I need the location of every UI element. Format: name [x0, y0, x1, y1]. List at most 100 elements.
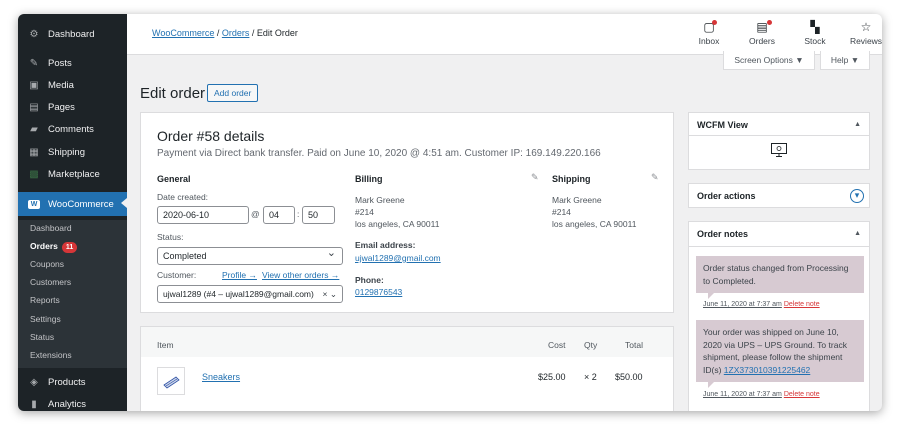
- submenu-customers[interactable]: Customers: [30, 275, 71, 289]
- status-select[interactable]: Completed: [157, 245, 343, 265]
- submenu-coupons[interactable]: Coupons: [30, 257, 64, 271]
- submenu-status[interactable]: Status: [30, 330, 54, 344]
- submenu-orders[interactable]: Orders 11: [30, 239, 78, 253]
- sidebar-item-label: Shipping: [48, 146, 85, 158]
- wcfm-view-title: WCFM View: [697, 120, 748, 130]
- sidebar-item-label: Products: [48, 376, 86, 388]
- notification-dot: [767, 20, 772, 25]
- box-icon: ◈: [30, 376, 38, 388]
- sidebar-item-marketplace[interactable]: ▩ Marketplace: [18, 163, 127, 185]
- pin-icon: ✎: [29, 57, 39, 69]
- edit-billing-pencil-icon[interactable]: ✎: [531, 172, 539, 183]
- chevron-down-icon[interactable]: ▾: [850, 189, 864, 203]
- customer-select[interactable]: ujwal1289 (#4 – ujwal1289@gmail.com) × ⌄: [157, 285, 343, 303]
- note-meta: June 11, 2020 at 7:37 am Delete note: [703, 391, 820, 398]
- collapse-caret-icon[interactable]: ▲: [854, 230, 861, 237]
- sidebar-item-media[interactable]: ▣ Media: [18, 74, 127, 96]
- delete-note-link[interactable]: Delete note: [784, 391, 820, 398]
- stock-icon: ▚: [810, 20, 820, 34]
- sidebar-item-posts[interactable]: ✎ Posts: [18, 52, 127, 74]
- qty-column-header: Qty: [584, 340, 598, 350]
- billing-name: Mark Greene: [355, 195, 405, 205]
- sidebar-item-label: Marketplace: [48, 168, 100, 180]
- page-title: Edit order: [140, 85, 206, 102]
- sidebar-item-label: Dashboard: [48, 28, 95, 40]
- date-created-label: Date created:: [157, 192, 209, 202]
- breadcrumb-separator: /: [214, 28, 222, 38]
- breadcrumb-current: Edit Order: [256, 28, 298, 38]
- sidebar-item-pages[interactable]: ▤ Pages: [18, 96, 127, 118]
- billing-email-label: Email address:: [355, 240, 416, 250]
- breadcrumb-separator: /: [249, 28, 257, 38]
- bar-chart-icon: ▮: [31, 398, 37, 410]
- submenu-reports[interactable]: Reports: [30, 293, 60, 307]
- shipping-city: los angeles, CA 90011: [552, 219, 637, 229]
- billing-phone-link[interactable]: 0129876543: [355, 286, 402, 298]
- add-order-button[interactable]: Add order: [207, 84, 259, 102]
- breadcrumb: WooCommerce / Orders / Edit Order: [152, 28, 298, 38]
- orders-glyph: ▤: [756, 20, 768, 34]
- submenu-dashboard[interactable]: Dashboard: [30, 221, 72, 235]
- divider: [689, 246, 869, 247]
- sidebar-item-label: Media: [48, 79, 74, 91]
- sidebar-item-label: Comments: [48, 123, 94, 135]
- reviews-button[interactable]: ☆ Reviews: [844, 20, 882, 46]
- media-icon: ▣: [29, 79, 39, 91]
- edit-shipping-pencil-icon[interactable]: ✎: [651, 172, 659, 183]
- order-actions-title: Order actions: [697, 191, 756, 201]
- shipping-heading: Shipping: [552, 174, 591, 184]
- stock-button[interactable]: ▚ Stock: [793, 20, 837, 46]
- note-date: June 11, 2020 at 7:37 am: [703, 301, 782, 308]
- inbox-icon: ▢: [687, 20, 731, 34]
- view-other-orders-link[interactable]: View other orders →: [262, 270, 339, 280]
- item-column-header: Item: [157, 340, 174, 350]
- product-thumbnail: [157, 367, 185, 395]
- help-button[interactable]: Help ▼: [820, 51, 870, 70]
- notification-dot: [712, 20, 717, 25]
- app-window: ⚙ Dashboard ✎ Posts ▣ Media ▤ Pages ▰ Co…: [18, 14, 882, 411]
- inbox-button[interactable]: ▢ Inbox: [687, 20, 731, 46]
- woo-icon: W: [28, 199, 40, 209]
- delete-note-link[interactable]: Delete note: [784, 301, 820, 308]
- hour-input[interactable]: 04: [263, 206, 295, 224]
- collapse-caret-icon[interactable]: ▲: [854, 121, 861, 128]
- submenu-extensions[interactable]: Extensions: [30, 348, 72, 362]
- order-actions-box[interactable]: Order actions ▾: [688, 183, 870, 208]
- minute-input[interactable]: 50: [302, 206, 335, 224]
- at-symbol: @: [251, 209, 260, 219]
- sidebar-item-label: Analytics: [48, 398, 87, 410]
- breadcrumb-orders[interactable]: Orders: [222, 28, 250, 38]
- sidebar-item-label: WooCommerce: [48, 198, 114, 210]
- marketplace-icon: ▩: [29, 168, 39, 180]
- order-note: Order status changed from Processing to …: [696, 256, 864, 299]
- sidebar-item-woocommerce[interactable]: W WooCommerce: [18, 192, 127, 216]
- cost-column-header: Cost: [548, 340, 566, 350]
- order-items-panel: Item Cost Qty Total Sneakers $25.00 × 2 …: [140, 326, 674, 411]
- sidebar-item-dashboard[interactable]: ⚙ Dashboard: [18, 23, 127, 45]
- inbox-label: Inbox: [698, 36, 720, 46]
- note-meta: June 11, 2020 at 7:37 am Delete note: [703, 301, 820, 308]
- divider: [689, 135, 869, 136]
- sidebar-item-comments[interactable]: ▰ Comments: [18, 118, 127, 140]
- sidebar-item-products[interactable]: ◈ Products: [18, 371, 127, 393]
- item-total: $50.00: [615, 372, 643, 382]
- total-column-header: Total: [625, 340, 643, 350]
- monitor-icon[interactable]: [770, 142, 788, 160]
- admin-sidebar: ⚙ Dashboard ✎ Posts ▣ Media ▤ Pages ▰ Co…: [18, 14, 127, 411]
- sidebar-item-shipping[interactable]: ▦ Shipping: [18, 141, 127, 163]
- tracking-number-link[interactable]: 1ZX373010391225462: [724, 365, 811, 375]
- submenu-settings[interactable]: Settings: [30, 312, 61, 326]
- sidebar-item-analytics[interactable]: ▮ Analytics: [18, 393, 127, 411]
- reviews-label: Reviews: [849, 36, 882, 46]
- product-link[interactable]: Sneakers: [202, 372, 240, 382]
- orders-icon: ▤: [740, 20, 784, 34]
- clear-customer-icon[interactable]: × ⌄: [323, 286, 337, 302]
- screen-options-button[interactable]: Screen Options ▼: [723, 51, 815, 70]
- date-created-input[interactable]: 2020-06-10: [157, 206, 249, 224]
- item-cost: $25.00: [538, 372, 566, 382]
- breadcrumb-woocommerce[interactable]: WooCommerce: [152, 28, 214, 38]
- customer-profile-link[interactable]: Profile →: [222, 270, 257, 280]
- billing-email-link[interactable]: ujwal1289@gmail.com: [355, 252, 441, 264]
- grid-icon: ▦: [29, 146, 39, 158]
- orders-button[interactable]: ▤ Orders: [740, 20, 784, 46]
